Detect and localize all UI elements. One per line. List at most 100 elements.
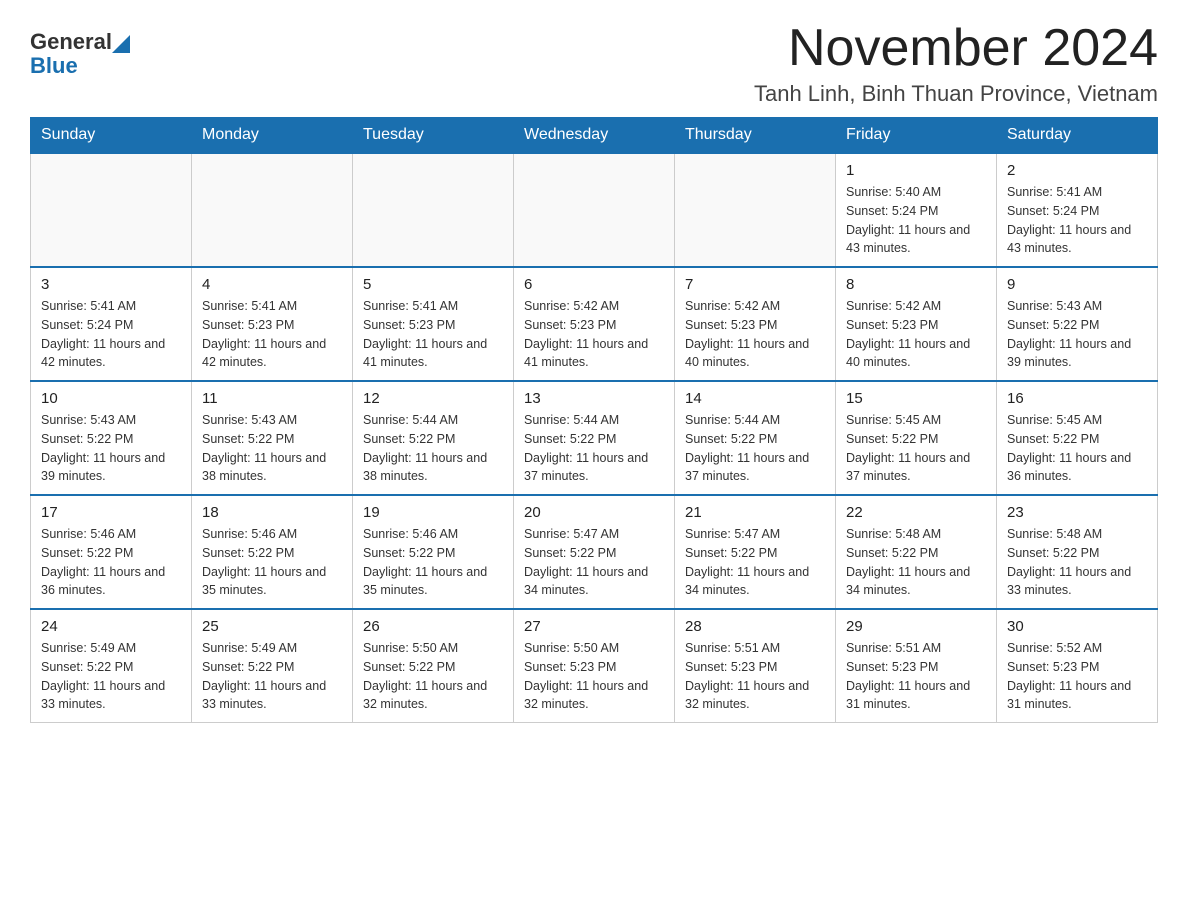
day-number: 29 (846, 618, 986, 635)
day-number: 20 (524, 504, 664, 521)
day-number: 14 (685, 390, 825, 407)
calendar-cell: 20 Sunrise: 5:47 AMSunset: 5:22 PMDayligh… (514, 495, 675, 609)
day-info: Sunrise: 5:50 AMSunset: 5:23 PMDaylight:… (524, 639, 664, 714)
day-number: 22 (846, 504, 986, 521)
day-number: 25 (202, 618, 342, 635)
title-section: November 2024 Tanh Linh, Binh Thuan Prov… (754, 20, 1158, 107)
week-row-3: 10 Sunrise: 5:43 AMSunset: 5:22 PMDayligh… (31, 381, 1158, 495)
day-number: 9 (1007, 276, 1147, 293)
calendar-cell: 3Sunrise: 5:41 AMSunset: 5:24 PMDaylight… (31, 267, 192, 381)
week-row-2: 3Sunrise: 5:41 AMSunset: 5:24 PMDaylight… (31, 267, 1158, 381)
calendar-cell: 1 Sunrise: 5:40 AMSunset: 5:24 PMDaylight… (836, 153, 997, 267)
day-number: 4 (202, 276, 342, 293)
day-number: 26 (363, 618, 503, 635)
day-info: Sunrise: 5:49 AMSunset: 5:22 PMDaylight:… (41, 639, 181, 714)
day-info: Sunrise: 5:48 AMSunset: 5:22 PMDaylight:… (1007, 525, 1147, 600)
month-title: November 2024 (754, 20, 1158, 77)
weekday-tuesday: Tuesday (353, 118, 514, 154)
day-info: Sunrise: 5:40 AMSunset: 5:24 PMDaylight:… (846, 183, 986, 258)
day-number: 17 (41, 504, 181, 521)
day-info: Sunrise: 5:47 AMSunset: 5:22 PMDaylight:… (524, 525, 664, 600)
day-info: Sunrise: 5:43 AMSunset: 5:22 PMDaylight:… (41, 411, 181, 486)
day-number: 6 (524, 276, 664, 293)
calendar-cell: 8 Sunrise: 5:42 AMSunset: 5:23 PMDaylight… (836, 267, 997, 381)
day-info: Sunrise: 5:44 AMSunset: 5:22 PMDaylight:… (685, 411, 825, 486)
logo: General Blue (30, 30, 130, 78)
calendar-cell: 4 Sunrise: 5:41 AMSunset: 5:23 PMDaylight… (192, 267, 353, 381)
day-info: Sunrise: 5:42 AMSunset: 5:23 PMDaylight:… (846, 297, 986, 372)
day-number: 15 (846, 390, 986, 407)
day-info: Sunrise: 5:51 AMSunset: 5:23 PMDaylight:… (846, 639, 986, 714)
weekday-thursday: Thursday (675, 118, 836, 154)
page-header: General Blue November 2024 Tanh Linh, Bi… (30, 20, 1158, 107)
calendar-cell: 14 Sunrise: 5:44 AMSunset: 5:22 PMDayligh… (675, 381, 836, 495)
weekday-saturday: Saturday (997, 118, 1158, 154)
day-number: 19 (363, 504, 503, 521)
calendar-cell: 19 Sunrise: 5:46 AMSunset: 5:22 PMDayligh… (353, 495, 514, 609)
day-number: 10 (41, 390, 181, 407)
day-info: Sunrise: 5:44 AMSunset: 5:22 PMDaylight:… (524, 411, 664, 486)
week-row-1: 1 Sunrise: 5:40 AMSunset: 5:24 PMDaylight… (31, 153, 1158, 267)
day-number: 5 (363, 276, 503, 293)
day-info: Sunrise: 5:44 AMSunset: 5:22 PMDaylight:… (363, 411, 503, 486)
calendar-cell: 10 Sunrise: 5:43 AMSunset: 5:22 PMDayligh… (31, 381, 192, 495)
day-number: 24 (41, 618, 181, 635)
calendar-cell: 6Sunrise: 5:42 AMSunset: 5:23 PMDaylight… (514, 267, 675, 381)
calendar-cell (353, 153, 514, 267)
calendar-cell: 22Sunrise: 5:48 AMSunset: 5:22 PMDayligh… (836, 495, 997, 609)
day-info: Sunrise: 5:49 AMSunset: 5:22 PMDaylight:… (202, 639, 342, 714)
day-info: Sunrise: 5:45 AMSunset: 5:22 PMDaylight:… (846, 411, 986, 486)
calendar-cell: 17 Sunrise: 5:46 AMSunset: 5:22 PMDayligh… (31, 495, 192, 609)
logo-arrow-icon (112, 31, 130, 53)
day-info: Sunrise: 5:41 AMSunset: 5:24 PMDaylight:… (1007, 183, 1147, 258)
day-info: Sunrise: 5:51 AMSunset: 5:23 PMDaylight:… (685, 639, 825, 714)
calendar-cell: 28 Sunrise: 5:51 AMSunset: 5:23 PMDayligh… (675, 609, 836, 723)
weekday-header-row: SundayMondayTuesdayWednesdayThursdayFrid… (31, 118, 1158, 154)
calendar-cell: 2 Sunrise: 5:41 AMSunset: 5:24 PMDaylight… (997, 153, 1158, 267)
day-info: Sunrise: 5:45 AMSunset: 5:22 PMDaylight:… (1007, 411, 1147, 486)
day-number: 18 (202, 504, 342, 521)
calendar-cell: 30Sunrise: 5:52 AMSunset: 5:23 PMDayligh… (997, 609, 1158, 723)
weekday-monday: Monday (192, 118, 353, 154)
calendar-cell (514, 153, 675, 267)
day-info: Sunrise: 5:50 AMSunset: 5:22 PMDaylight:… (363, 639, 503, 714)
calendar-cell (31, 153, 192, 267)
calendar-table: SundayMondayTuesdayWednesdayThursdayFrid… (30, 117, 1158, 723)
day-number: 7 (685, 276, 825, 293)
calendar-cell: 16Sunrise: 5:45 AMSunset: 5:22 PMDayligh… (997, 381, 1158, 495)
week-row-5: 24 Sunrise: 5:49 AMSunset: 5:22 PMDayligh… (31, 609, 1158, 723)
day-number: 21 (685, 504, 825, 521)
calendar-cell: 18Sunrise: 5:46 AMSunset: 5:22 PMDayligh… (192, 495, 353, 609)
day-info: Sunrise: 5:46 AMSunset: 5:22 PMDaylight:… (363, 525, 503, 600)
calendar-cell: 5 Sunrise: 5:41 AMSunset: 5:23 PMDaylight… (353, 267, 514, 381)
day-info: Sunrise: 5:43 AMSunset: 5:22 PMDaylight:… (1007, 297, 1147, 372)
calendar-cell: 15 Sunrise: 5:45 AMSunset: 5:22 PMDayligh… (836, 381, 997, 495)
day-info: Sunrise: 5:41 AMSunset: 5:23 PMDaylight:… (202, 297, 342, 372)
day-number: 8 (846, 276, 986, 293)
day-number: 27 (524, 618, 664, 635)
calendar-cell: 11Sunrise: 5:43 AMSunset: 5:22 PMDayligh… (192, 381, 353, 495)
calendar-cell (192, 153, 353, 267)
calendar-cell: 7 Sunrise: 5:42 AMSunset: 5:23 PMDaylight… (675, 267, 836, 381)
logo-general-text: General (30, 30, 112, 54)
day-number: 13 (524, 390, 664, 407)
day-number: 3 (41, 276, 181, 293)
calendar-cell: 12 Sunrise: 5:44 AMSunset: 5:22 PMDayligh… (353, 381, 514, 495)
day-number: 1 (846, 162, 986, 179)
day-info: Sunrise: 5:42 AMSunset: 5:23 PMDaylight:… (685, 297, 825, 372)
weekday-sunday: Sunday (31, 118, 192, 154)
day-number: 12 (363, 390, 503, 407)
day-info: Sunrise: 5:41 AMSunset: 5:23 PMDaylight:… (363, 297, 503, 372)
logo-blue-text: Blue (30, 53, 78, 78)
day-info: Sunrise: 5:47 AMSunset: 5:22 PMDaylight:… (685, 525, 825, 600)
weekday-friday: Friday (836, 118, 997, 154)
calendar-cell (675, 153, 836, 267)
day-info: Sunrise: 5:43 AMSunset: 5:22 PMDaylight:… (202, 411, 342, 486)
calendar-cell: 23Sunrise: 5:48 AMSunset: 5:22 PMDayligh… (997, 495, 1158, 609)
day-number: 28 (685, 618, 825, 635)
day-number: 2 (1007, 162, 1147, 179)
day-info: Sunrise: 5:52 AMSunset: 5:23 PMDaylight:… (1007, 639, 1147, 714)
day-info: Sunrise: 5:46 AMSunset: 5:22 PMDaylight:… (41, 525, 181, 600)
weekday-wednesday: Wednesday (514, 118, 675, 154)
calendar-cell: 25 Sunrise: 5:49 AMSunset: 5:22 PMDayligh… (192, 609, 353, 723)
